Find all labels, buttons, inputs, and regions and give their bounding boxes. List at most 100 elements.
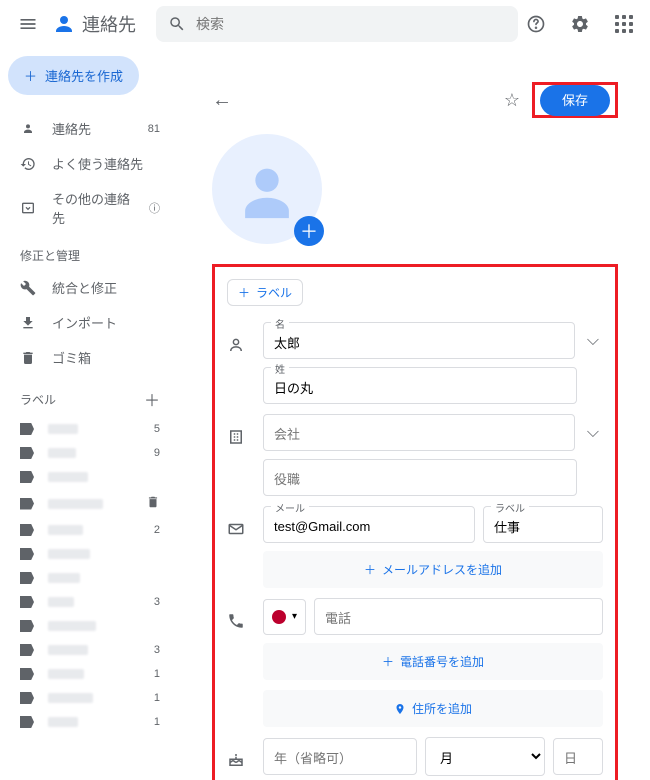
label-tag-icon: [20, 644, 34, 656]
label-tag-icon: [20, 716, 34, 728]
label-item[interactable]: [8, 489, 172, 518]
person-icon: [227, 336, 247, 359]
company-input[interactable]: [263, 414, 575, 451]
hamburger-icon: [18, 14, 38, 34]
create-contact-button[interactable]: ＋ 連絡先を作成: [8, 56, 139, 95]
section-fix-manage: 修正と管理: [8, 235, 172, 270]
star-button[interactable]: ☆: [504, 90, 520, 111]
label-tag-icon: [20, 423, 34, 435]
plus-icon: ＋: [382, 653, 394, 670]
title-input[interactable]: [263, 459, 577, 496]
add-label-chip[interactable]: ＋ ラベル: [227, 279, 303, 306]
avatar-section: ＋: [212, 134, 618, 244]
label-tag-icon: [20, 524, 34, 536]
form-area-highlight: ＋ ラベル 名 ⌵: [212, 264, 618, 780]
cake-icon: [227, 751, 247, 774]
avatar-add-button[interactable]: ＋: [294, 216, 324, 246]
avatar-placeholder-icon: [232, 154, 302, 224]
label-tag-icon: [20, 447, 34, 459]
label-tag-icon: [20, 596, 34, 608]
history-icon: [20, 156, 36, 172]
nav-trash[interactable]: ゴミ箱: [8, 340, 172, 375]
expand-company-button[interactable]: ⌵: [583, 416, 603, 450]
sidebar: ＋ 連絡先を作成 連絡先 81 よく使う連絡先 その他の連絡先 ⓘ 修正と管理 …: [0, 0, 180, 780]
label-item[interactable]: [8, 465, 172, 489]
label-item[interactable]: 1: [8, 662, 172, 686]
apps-button[interactable]: [606, 6, 642, 42]
nav-import[interactable]: インポート: [8, 305, 172, 340]
search-input[interactable]: [196, 16, 506, 32]
archive-icon: [20, 200, 36, 216]
gear-icon: [570, 14, 590, 34]
tools-icon: [20, 280, 36, 296]
add-email-button[interactable]: ＋メールアドレスを追加: [263, 551, 603, 588]
label-item[interactable]: 9: [8, 441, 172, 465]
label-tag-icon: [20, 668, 34, 680]
month-select[interactable]: 月: [425, 737, 545, 776]
person-icon: [20, 121, 36, 137]
label-tag-icon: [20, 692, 34, 704]
year-input[interactable]: [263, 738, 417, 775]
add-label-button[interactable]: ＋: [144, 387, 160, 411]
label-item[interactable]: 1: [8, 686, 172, 710]
label-item[interactable]: 5: [8, 417, 172, 441]
search-icon: [168, 15, 186, 33]
phone-input[interactable]: [314, 598, 603, 635]
nav-merge[interactable]: 統合と修正: [8, 270, 172, 305]
day-input[interactable]: [553, 738, 603, 775]
label-item[interactable]: 3: [8, 638, 172, 662]
trash-icon[interactable]: [146, 495, 160, 512]
label-tag-icon: [20, 471, 34, 483]
avatar[interactable]: ＋: [212, 134, 322, 244]
create-label: 連絡先を作成: [45, 66, 123, 85]
settings-button[interactable]: [562, 6, 598, 42]
building-icon: [227, 428, 247, 451]
nav-contacts[interactable]: 連絡先 81: [8, 111, 172, 146]
download-icon: [20, 315, 36, 331]
country-select[interactable]: ▾: [263, 599, 306, 635]
nav-frequent[interactable]: よく使う連絡先: [8, 146, 172, 181]
plus-icon: ＋: [364, 561, 376, 578]
apps-icon: [615, 15, 633, 33]
japan-flag-icon: [272, 610, 286, 624]
help-icon: [526, 14, 546, 34]
main-content: ← ☆ 保存 ＋ ＋ ラベル: [180, 0, 650, 780]
add-phone-button[interactable]: ＋電話番号を追加: [263, 643, 603, 680]
location-icon: [394, 703, 406, 715]
last-name-input[interactable]: [263, 367, 577, 404]
save-button[interactable]: 保存: [540, 85, 610, 116]
save-highlight: 保存: [532, 82, 618, 118]
app-header: 連絡先: [0, 0, 650, 48]
back-button[interactable]: ←: [212, 89, 232, 112]
label-item[interactable]: [8, 542, 172, 566]
content-header: ← ☆ 保存: [212, 82, 618, 118]
label-item[interactable]: [8, 614, 172, 638]
label-tag-icon: [20, 572, 34, 584]
menu-button[interactable]: [8, 4, 48, 44]
add-address-button[interactable]: 住所を追加: [263, 690, 603, 727]
expand-name-button[interactable]: ⌵: [583, 324, 603, 358]
nav-other[interactable]: その他の連絡先 ⓘ: [8, 181, 172, 235]
header-actions: [518, 6, 642, 42]
phone-icon: [227, 612, 247, 635]
plus-icon: ＋: [300, 218, 318, 244]
plus-icon: ＋: [24, 66, 37, 85]
contacts-icon: [52, 12, 76, 36]
plus-icon: ＋: [238, 284, 250, 301]
first-name-input[interactable]: [263, 322, 575, 359]
chevron-down-icon: ▾: [292, 611, 297, 622]
label-tag-icon: [20, 548, 34, 560]
mail-icon: [227, 520, 247, 543]
app-title: 連絡先: [82, 11, 136, 37]
app-logo: 連絡先: [52, 11, 136, 37]
label-item[interactable]: [8, 566, 172, 590]
label-tag-icon: [20, 620, 34, 632]
labels-header: ラベル ＋: [8, 375, 172, 417]
help-button[interactable]: [518, 6, 554, 42]
label-item[interactable]: 2: [8, 518, 172, 542]
search-bar[interactable]: [156, 6, 518, 42]
label-tag-icon: [20, 498, 34, 510]
label-item[interactable]: 3: [8, 590, 172, 614]
label-item[interactable]: 1: [8, 710, 172, 734]
info-icon[interactable]: ⓘ: [149, 200, 160, 216]
